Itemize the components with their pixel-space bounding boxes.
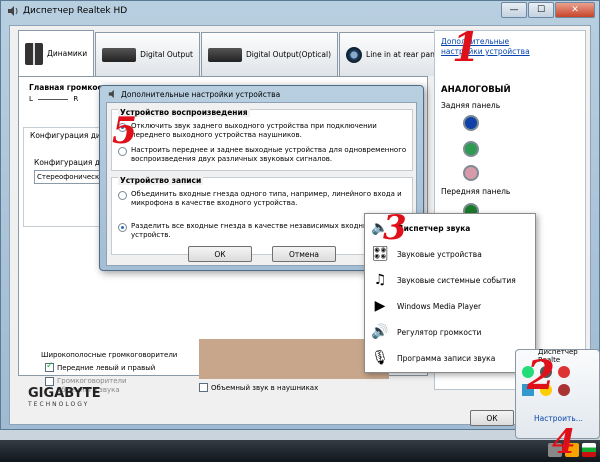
- tab-digital-output-optical[interactable]: Digital Output(Optical): [200, 32, 339, 76]
- record-opt1: Объединить входные гнезда одного типа, н…: [131, 190, 402, 207]
- main-ok-button[interactable]: ОК: [470, 410, 514, 426]
- gigabyte-sub: TECHNOLOGY: [28, 401, 90, 408]
- close-button[interactable]: ✕: [555, 2, 595, 18]
- menu-label: Регулятор громкости: [397, 327, 482, 337]
- window-title: Диспетчер Realtek HD: [23, 6, 128, 16]
- tab-label: Digital Output: [140, 50, 193, 59]
- radio-icon: [118, 191, 127, 200]
- radio-icon: [118, 223, 127, 232]
- combine-input-radio[interactable]: Объединить входные гнезда одного типа, н…: [118, 190, 408, 208]
- analog-label: АНАЛОГОВЫЙ: [441, 85, 511, 95]
- system-sounds-icon: ♫: [373, 272, 387, 288]
- menu-label: Windows Media Player: [397, 301, 482, 311]
- menu-label: Звуковые устройства: [397, 249, 482, 259]
- playback-opt2: Настроить переднее и заднее выходные уст…: [131, 146, 407, 163]
- tab-speakers[interactable]: Динамики: [18, 30, 95, 76]
- menu-label: Звуковые системные события: [397, 275, 516, 285]
- digital-jack-icon: [102, 47, 137, 62]
- menu-item-media-player[interactable]: ▶ Windows Media Player: [365, 294, 535, 318]
- speaker-icon: [108, 89, 114, 99]
- right-label: R: [73, 95, 79, 103]
- playback-opt1: Отключить звук заднего выходного устройс…: [131, 122, 377, 139]
- speaker-tab-icon: [25, 42, 43, 65]
- optical-jack-icon: [207, 47, 242, 62]
- mute-rear-radio[interactable]: Отключить звук заднего выходного устройс…: [118, 122, 408, 140]
- headphone-surround-checkbox[interactable]: Объемный звук в наушниках: [199, 383, 318, 392]
- language-flag-icon[interactable]: [582, 443, 596, 457]
- separate-output-radio[interactable]: Настроить переднее и заднее выходные уст…: [118, 146, 408, 164]
- checkbox-icon: [45, 361, 54, 372]
- gigabyte-logo: GIGABYTE: [28, 386, 101, 401]
- taskbar: [0, 440, 600, 462]
- left-label: L: [29, 95, 33, 103]
- playback-title: Устройство воспроизведения: [118, 108, 250, 117]
- volume-icon: 🔊: [371, 324, 389, 340]
- speaker-app-icon: [8, 6, 18, 16]
- annotation-3: 3: [383, 208, 407, 248]
- dialog-title: Дополнительные настройки устройства: [121, 89, 281, 99]
- front-lr-label: Передние левый и правый: [57, 363, 156, 372]
- playback-group: Устройство воспроизведения Отключить зву…: [111, 108, 413, 171]
- minimize-button[interactable]: —: [501, 2, 527, 18]
- checkbox-icon: [45, 377, 54, 386]
- checkbox-icon: [199, 383, 208, 392]
- rear-jack-blue[interactable]: [463, 115, 479, 131]
- wide-speakers-label: Широкополосные громкоговорители: [41, 351, 178, 359]
- speaker-visual: [199, 339, 389, 379]
- headphone-label: Объемный звук в наушниках: [211, 383, 319, 392]
- dialog-cancel-button[interactable]: Отмена: [272, 246, 336, 262]
- record-title: Устройство записи: [118, 176, 204, 185]
- device-tabs: Динамики Digital Output Digital Output(O…: [18, 30, 474, 76]
- balance-slider[interactable]: L R: [29, 95, 78, 103]
- menu-item-system-sounds[interactable]: ♫ Звуковые системные события: [365, 268, 535, 292]
- tab-digital-output[interactable]: Digital Output: [95, 32, 200, 76]
- line-in-jack-icon: [346, 46, 363, 63]
- media-player-icon: ▶: [374, 298, 386, 314]
- rear-panel-label: Задняя панель: [441, 101, 501, 110]
- rear-jack-pink[interactable]: [463, 165, 479, 181]
- tray-app-icon[interactable]: [558, 384, 570, 396]
- menu-label: Диспетчер звука: [397, 223, 471, 233]
- annotation-2: 2: [527, 352, 555, 399]
- recorder-icon: 🎙: [371, 350, 389, 366]
- menu-item-recorder[interactable]: 🎙 Программа записи звука: [365, 346, 535, 370]
- rear-jack-green[interactable]: [463, 141, 479, 157]
- front-lr-checkbox[interactable]: Передние левый и правый: [45, 361, 156, 372]
- dialog-ok-button[interactable]: ОК: [188, 246, 252, 262]
- tray-app-icon[interactable]: [558, 366, 570, 378]
- dialog-title-bar: Дополнительные настройки устройства: [108, 89, 280, 99]
- annotation-5: 5: [112, 110, 138, 152]
- tab-label: Динамики: [47, 49, 88, 58]
- tab-label: Digital Output(Optical): [245, 50, 332, 59]
- annotation-4: 4: [552, 422, 576, 462]
- menu-item-volume[interactable]: 🔊 Регулятор громкости: [365, 320, 535, 344]
- maximize-button[interactable]: ☐: [528, 2, 554, 18]
- menu-label: Программа записи звука: [397, 353, 496, 363]
- title-bar: Диспетчер Realtek HD — ☐ ✕: [1, 1, 599, 21]
- annotation-1: 1: [452, 24, 480, 71]
- front-panel-label: Передняя панель: [441, 187, 511, 196]
